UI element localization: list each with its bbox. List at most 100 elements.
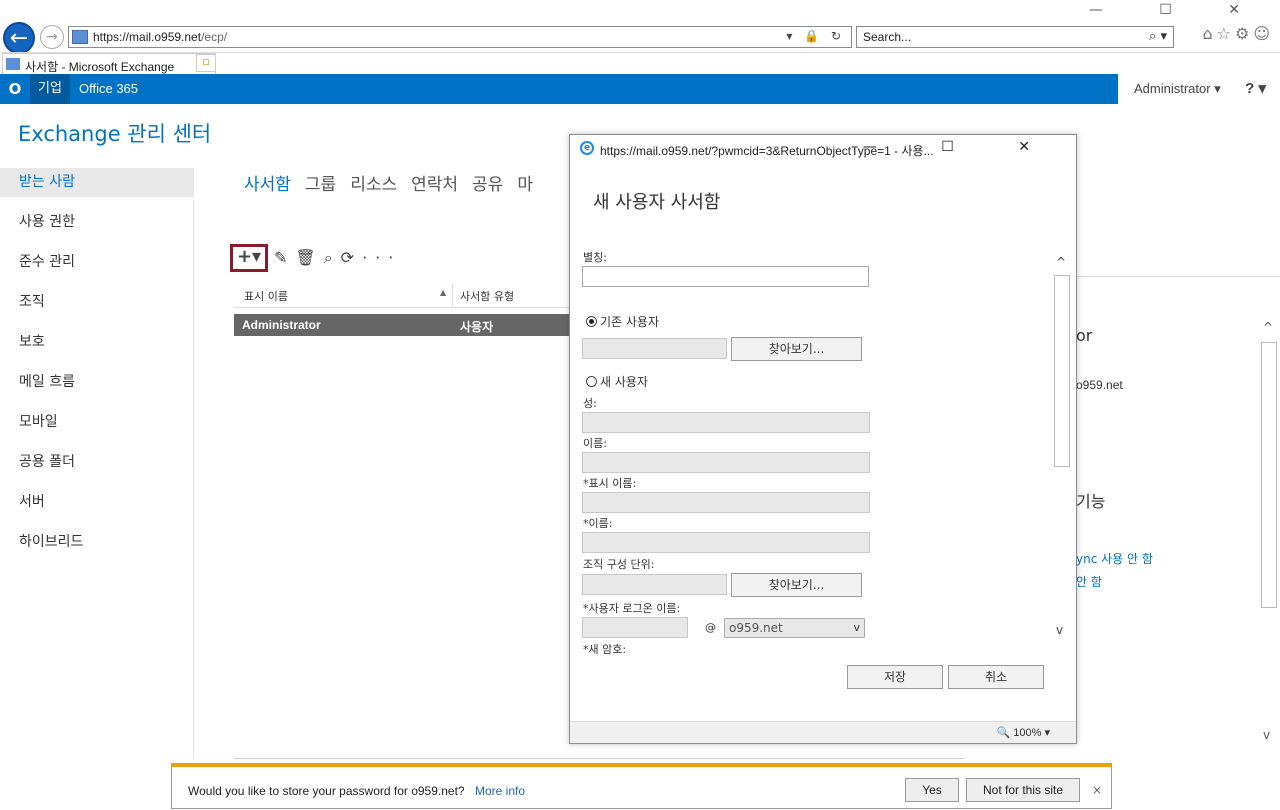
close-icon[interactable]: × xyxy=(1092,783,1102,797)
column-mailbox-type[interactable]: 사서함 유형 xyxy=(460,288,514,304)
sort-ascending-icon[interactable]: ▲ xyxy=(440,288,446,297)
site-favicon-icon xyxy=(72,30,88,44)
tab-migration[interactable]: 마 xyxy=(517,175,533,195)
tab-resources[interactable]: 리소스 xyxy=(350,175,397,195)
search-icon[interactable]: ⌕ ▾ xyxy=(1149,29,1167,44)
tab-shared[interactable]: 공유 xyxy=(472,175,503,195)
business-link[interactable]: 기업 xyxy=(30,74,70,104)
ie-icon: e xyxy=(580,141,594,155)
browse-ou-button[interactable]: 찾아보기... xyxy=(731,573,862,597)
address-tools-icon[interactable]: ▾ 🔒 ↻ xyxy=(786,29,845,43)
domain-value: o959.net xyxy=(729,621,783,635)
details-title-fragment: or xyxy=(1076,326,1093,345)
browser-chrome: ← → https://mail.o959.net/ecp/ ▾ 🔒 ↻ Sea… xyxy=(0,0,1280,75)
office-logo-icon[interactable]: O xyxy=(0,74,30,104)
existing-user-field xyxy=(582,338,727,359)
display-name-label: *표시 이름: xyxy=(583,477,637,490)
office365-bar: O 기업 Office 365 Administrator ▾ ? ▾ xyxy=(0,74,1280,104)
details-disable-link[interactable]: 안 함 xyxy=(1076,573,1102,590)
admin-name[interactable]: Administrator ▾ xyxy=(1134,81,1221,96)
last-name-input xyxy=(582,412,870,433)
zoom-control[interactable]: 🔍 100% ▾ xyxy=(997,726,1050,739)
tab-mailboxes[interactable]: 사서함 xyxy=(244,175,291,195)
recipient-tabs: 사서함 그룹 리소스 연락처 공유 마 xyxy=(244,170,547,195)
details-lync-link[interactable]: ync 사용 안 함 xyxy=(1076,550,1153,567)
first-name-input xyxy=(582,452,870,473)
nav-item-organization[interactable]: 조직 xyxy=(0,288,194,328)
popup-scroll-up-icon[interactable]: ^ xyxy=(1056,255,1066,269)
new-password-label: *새 암호: xyxy=(583,643,627,656)
tab-favicon-icon xyxy=(6,58,20,70)
domain-select[interactable]: o959.net v xyxy=(724,618,865,638)
popup-scroll-down-icon[interactable]: v xyxy=(1056,623,1063,637)
scroll-down-icon[interactable]: v xyxy=(1263,728,1270,742)
scroll-up-icon[interactable]: ^ xyxy=(1263,320,1273,334)
forward-button[interactable]: → xyxy=(40,25,64,49)
popup-scrollbar[interactable]: ^ v xyxy=(1054,255,1070,637)
address-url[interactable]: https://mail.o959.net/ecp/ xyxy=(93,30,227,44)
password-message: Would you like to store your password fo… xyxy=(188,784,465,798)
nav-item-public-folders[interactable]: 공용 폴더 xyxy=(0,448,194,488)
nav-item-servers[interactable]: 서버 xyxy=(0,488,194,528)
name-input xyxy=(582,532,870,553)
first-name-label: 이름: xyxy=(583,437,607,450)
chevron-down-icon[interactable]: v xyxy=(853,619,860,637)
popup-scroll-thumb[interactable] xyxy=(1054,275,1070,467)
nav-item-mobile[interactable]: 모바일 xyxy=(0,408,194,448)
alias-input[interactable] xyxy=(582,266,869,287)
logon-name-input xyxy=(582,617,688,638)
search-box[interactable]: Search... ⌕ ▾ xyxy=(856,26,1174,48)
details-divider xyxy=(1076,276,1280,277)
popup-titlebar[interactable]: e https://mail.o959.net/?pwmcid=3&Return… xyxy=(570,135,1076,163)
nav-item-recipients[interactable]: 받는 사람 xyxy=(0,168,194,197)
back-button[interactable]: ← xyxy=(3,22,35,54)
search-input[interactable]: Search... xyxy=(863,30,911,44)
row-mailbox-type: 사용자 xyxy=(460,320,494,334)
password-save-bar: Would you like to store your password fo… xyxy=(171,763,1112,809)
popup-heading: 새 사용자 사서함 xyxy=(593,192,721,213)
home-favorites-settings-icons[interactable]: ⌂☆⚙☺ xyxy=(1202,24,1274,43)
add-icon[interactable]: +▾ xyxy=(230,244,268,272)
popup-window-controls[interactable]: — ☐ ✕ xyxy=(863,139,1060,155)
existing-user-label: 기존 사용자 xyxy=(600,315,660,329)
column-display-name[interactable]: 표시 이름 xyxy=(244,288,288,304)
edit-delete-search-refresh-more-icons[interactable]: ✎🗑⌕⟳··· xyxy=(274,248,401,268)
radio-selected-icon[interactable] xyxy=(586,316,597,327)
new-user-radio[interactable]: 새 사용자 xyxy=(586,373,648,390)
left-nav: 받는 사람 사용 권한 준수 관리 조직 보호 메일 흐름 모바일 공용 폴더 … xyxy=(0,168,194,568)
grid-header: 표시 이름 ▲ 사서함 유형 xyxy=(234,282,569,308)
new-tab-button[interactable]: ▫ xyxy=(196,54,216,72)
page-title: Exchange 관리 센터 xyxy=(18,122,212,146)
more-info-link[interactable]: More info xyxy=(475,784,525,798)
browser-tab[interactable]: 사서함 - Microsoft Exchange × xyxy=(2,53,216,75)
alias-label: 별칭: xyxy=(583,251,607,264)
nav-item-hybrid[interactable]: 하이브리드 xyxy=(0,528,194,568)
admin-menu[interactable]: Administrator ▾ ? ▾ xyxy=(1118,74,1280,104)
help-icon[interactable]: ? ▾ xyxy=(1245,74,1266,104)
popup-statusbar: 🔍 100% ▾ xyxy=(570,721,1076,743)
list-bottom-divider xyxy=(234,758,964,759)
office365-link[interactable]: Office 365 xyxy=(79,74,138,104)
address-bar[interactable]: https://mail.o959.net/ecp/ ▾ 🔒 ↻ xyxy=(68,26,852,48)
tab-contacts[interactable]: 연락처 xyxy=(411,175,458,195)
details-scrollbar[interactable]: ^ v xyxy=(1260,320,1278,750)
yes-button[interactable]: Yes xyxy=(905,778,959,802)
ou-field xyxy=(582,574,727,595)
logon-name-label: *사용자 로그온 이름: xyxy=(583,602,681,615)
nav-item-compliance[interactable]: 준수 관리 xyxy=(0,248,194,288)
name-label: *이름: xyxy=(583,517,613,530)
window-controls[interactable]: — ☐ ✕ xyxy=(1089,2,1266,18)
nav-item-permissions[interactable]: 사용 권한 xyxy=(0,208,194,248)
radio-unselected-icon[interactable] xyxy=(586,376,597,387)
nav-item-protection[interactable]: 보호 xyxy=(0,328,194,368)
save-button[interactable]: 저장 xyxy=(847,665,943,689)
browse-existing-user-button[interactable]: 찾아보기... xyxy=(731,337,862,361)
table-row[interactable]: Administrator 사용자 xyxy=(234,314,569,336)
nav-item-mail-flow[interactable]: 메일 흐름 xyxy=(0,368,194,408)
not-for-this-site-button[interactable]: Not for this site xyxy=(966,778,1080,802)
existing-user-radio[interactable]: 기존 사용자 xyxy=(586,313,659,330)
nav-divider xyxy=(193,200,194,760)
cancel-button[interactable]: 취소 xyxy=(948,665,1044,689)
tab-groups[interactable]: 그룹 xyxy=(305,175,336,195)
scroll-thumb[interactable] xyxy=(1261,342,1277,608)
